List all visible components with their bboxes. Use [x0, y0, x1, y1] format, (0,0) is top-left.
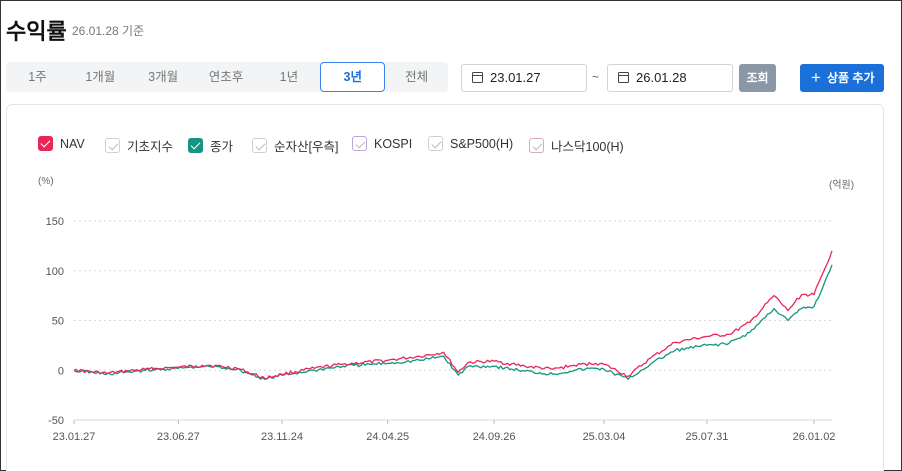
x-tick-label: 24.09.26 — [473, 431, 516, 443]
return-chart: 150 100 50 0 -50 23.01.27 23.06.27 23.11.24 24.0… — [46, 216, 836, 443]
y-tick-label: 150 — [46, 216, 64, 228]
nav-line — [73, 250, 833, 380]
x-tick-label: 23.06.27 — [157, 431, 200, 443]
x-tick-label: 23.01.27 — [53, 431, 96, 443]
x-tick-label: 26.01.02 — [793, 431, 836, 443]
y-tick-label: -50 — [48, 415, 64, 427]
x-tick-label: 25.07.31 — [686, 431, 729, 443]
close-price-line — [73, 264, 833, 380]
y-tick-label: 100 — [46, 266, 64, 278]
y-tick-label: 50 — [52, 316, 64, 328]
x-tick-label: 25.03.04 — [583, 431, 626, 443]
x-tick-label: 24.04.25 — [366, 431, 409, 443]
x-tick-label: 23.11.24 — [261, 431, 303, 443]
y-tick-label: 0 — [58, 365, 64, 377]
